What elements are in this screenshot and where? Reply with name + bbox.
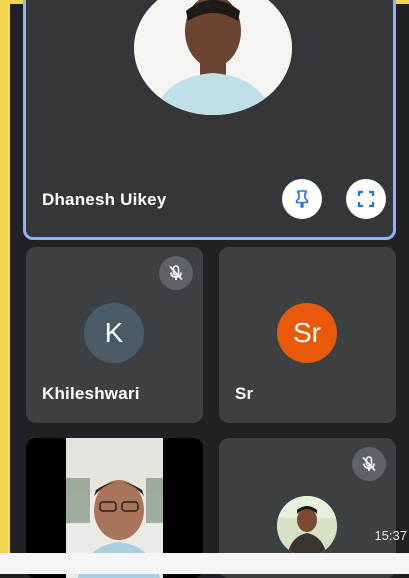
fullscreen-icon (357, 190, 375, 208)
muted-indicator (352, 447, 386, 481)
bottom-bar (0, 553, 409, 574)
participant-tile-sr[interactable]: Sr Sr (219, 247, 396, 423)
fullscreen-button[interactable] (346, 179, 386, 219)
participant-name: Dhanesh Uikey (42, 190, 167, 209)
mic-off-icon (362, 456, 376, 472)
participant-tile-main[interactable]: Dhanesh Uikey (23, 0, 396, 240)
participant-photo-avatar (277, 496, 337, 556)
participant-name: Khileshwari (42, 384, 140, 403)
participant-name: Sr (235, 384, 254, 403)
avatar-initial: Sr (277, 303, 337, 363)
avatar-initial: K (84, 303, 144, 363)
participant-photo-avatar (134, 0, 292, 115)
pin-icon (295, 190, 309, 208)
person-photo-icon (277, 496, 337, 556)
clock-time: 15:37 (374, 528, 407, 543)
muted-indicator (159, 256, 193, 290)
participant-tile-khileshwari[interactable]: K Khileshwari (26, 247, 203, 423)
pin-button[interactable] (282, 179, 322, 219)
mic-off-icon (169, 265, 183, 281)
person-photo-icon (134, 0, 292, 115)
window-frame-left (0, 0, 10, 574)
